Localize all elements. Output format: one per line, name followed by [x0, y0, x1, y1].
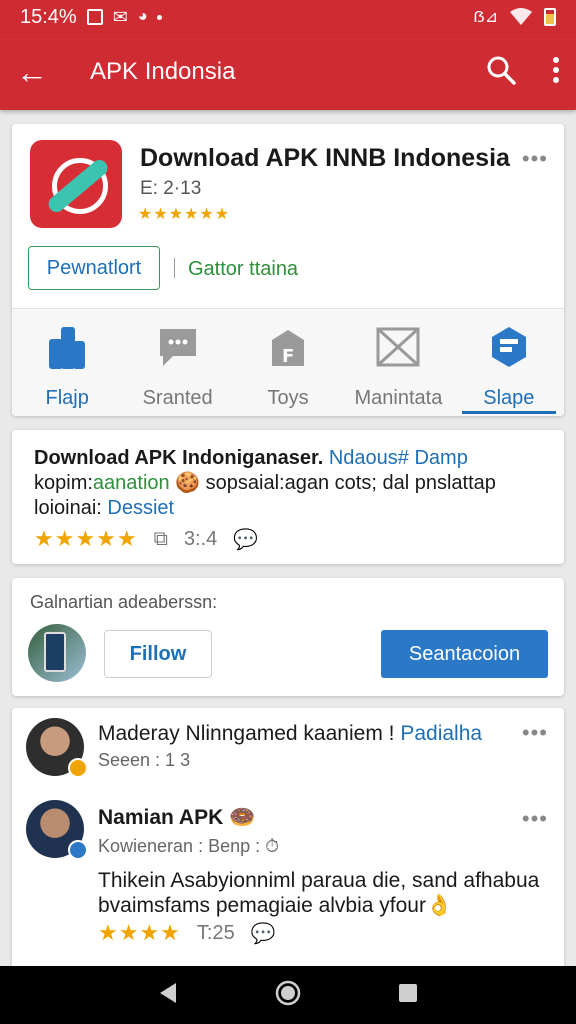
comment-author-link[interactable]: Padialha: [400, 722, 482, 745]
post-rating-stars: ★★★★★: [34, 526, 138, 551]
app-title: Download APK INNB Indonesia: [140, 144, 510, 172]
tab-toys[interactable]: F Toys: [233, 309, 343, 416]
post-card: Download APK Indoniganaser. Ndaous# Damp…: [12, 430, 564, 564]
comment-body: Thikein Asabyionniml paraua die, sand af…: [98, 869, 540, 917]
app-notification-icon: ◕: [137, 8, 148, 25]
comment-icon[interactable]: 💬: [251, 921, 276, 946]
post-meta: ★★★★★ ⧉ 3:.4 💬: [34, 526, 258, 552]
status-time: 15:4%: [20, 5, 77, 28]
tab-manintata[interactable]: Manintata: [343, 309, 453, 416]
buildings-icon: [49, 327, 86, 369]
comment-meta: Kowieneran : Benp : ⏱: [98, 836, 280, 856]
primary-action-button[interactable]: Seantacoion: [381, 630, 548, 678]
app-bar: ← APK Indonsia: [0, 34, 576, 110]
secondary-link[interactable]: Gattor ttaina: [188, 258, 298, 281]
post-line2b: 🍪 sopsaial:agan cots; dal pnslattap: [169, 472, 496, 494]
home-circle-icon[interactable]: [275, 980, 301, 1011]
comment-rating-stars: ★★★★: [98, 920, 181, 945]
app-more-icon[interactable]: •••: [522, 146, 548, 172]
chat-icon: [159, 329, 196, 366]
notification-icon: [86, 9, 103, 25]
tab-flajp[interactable]: Flajp: [12, 309, 122, 416]
box-icon: F: [272, 330, 305, 367]
verified-icon: [68, 840, 88, 860]
status-icons: ✉ ◕: [86, 6, 163, 28]
post-headline-link[interactable]: Ndaous# Damp: [323, 447, 468, 469]
signal-text: ẞ⊿: [473, 9, 498, 26]
suggestion-card: Galnartian adeaberssn: Fillow Seantacoio…: [12, 578, 564, 696]
post-line3a: loioinai:: [34, 497, 102, 519]
mail-icon: ✉: [112, 6, 128, 27]
hexagon-icon: [491, 327, 526, 367]
search-icon[interactable]: [486, 55, 516, 90]
post-text: Download APK Indoniganaser. Ndaous# Damp…: [34, 446, 544, 521]
tab-label: Manintata: [354, 387, 443, 409]
badge-icon: [68, 758, 88, 778]
status-right: ẞ⊿: [473, 7, 556, 27]
avatar[interactable]: [26, 718, 88, 778]
app-logo-icon[interactable]: [30, 140, 122, 228]
comments-card: Maderay Nlinngamed kaaniem ! Padialha ••…: [12, 708, 564, 970]
post-count: 3:.4: [183, 527, 218, 550]
app-bar-title: APK Indonsia: [90, 58, 236, 85]
divider: [174, 258, 175, 278]
share-icon[interactable]: ⧉: [154, 528, 168, 551]
post-headline: Download APK Indoniganaser.: [34, 447, 324, 469]
follow-button[interactable]: Fillow: [104, 630, 212, 678]
avatar[interactable]: [26, 800, 88, 860]
tab-label: Flajp: [45, 387, 89, 409]
app-meta: E: 2·13: [140, 178, 202, 199]
back-arrow-icon[interactable]: ←: [16, 54, 60, 91]
comment-meta: Seeen : 1 3: [98, 750, 191, 770]
tab-label: Toys: [267, 387, 309, 409]
comment-author: Maderay Nlinngamed kaaniem ! Padialha: [98, 722, 483, 745]
comment-author: Namian APK 🍩: [98, 806, 256, 829]
wifi-icon: [510, 8, 532, 25]
post-line2a: kopim:: [34, 472, 93, 494]
tab-label: Slape: [483, 387, 535, 409]
category-tabs: Flajp Sranted F Toys Manintata Slape: [12, 308, 564, 416]
comment-icon[interactable]: 💬: [233, 527, 258, 552]
overflow-menu-icon[interactable]: [552, 56, 560, 89]
envelope-icon: [376, 327, 420, 367]
comment-count: T:25: [196, 921, 235, 944]
post-line3-link[interactable]: Dessiet: [102, 497, 174, 519]
install-button[interactable]: Pewnatlort: [28, 246, 160, 290]
section-label: Galnartian adeaberssn:: [30, 592, 218, 612]
recents-square-icon[interactable]: [398, 983, 418, 1008]
back-triangle-icon[interactable]: [158, 982, 178, 1009]
comment-meta-row: ★★★★ T:25 💬: [98, 920, 276, 946]
status-bar: 15:4% ✉ ◕ ẞ⊿: [0, 0, 576, 34]
tab-label: Sranted: [142, 387, 213, 409]
app-rating-stars: ★★★★★★: [138, 206, 231, 223]
tab-sranted[interactable]: Sranted: [122, 309, 232, 416]
phone-avatar[interactable]: [28, 624, 86, 682]
tab-slape[interactable]: Slape: [454, 309, 564, 416]
app-card: Download APK INNB Indonesia ••• E: 2·13 …: [12, 124, 564, 416]
comment-more-icon[interactable]: •••: [522, 720, 548, 746]
battery-icon: [544, 8, 556, 26]
system-nav-bar: [0, 966, 576, 1024]
post-tag-link[interactable]: aanation: [93, 472, 170, 494]
more-notifications-icon: [157, 14, 163, 20]
svg-text:F: F: [282, 346, 294, 367]
comment-more-icon[interactable]: •••: [522, 806, 548, 832]
